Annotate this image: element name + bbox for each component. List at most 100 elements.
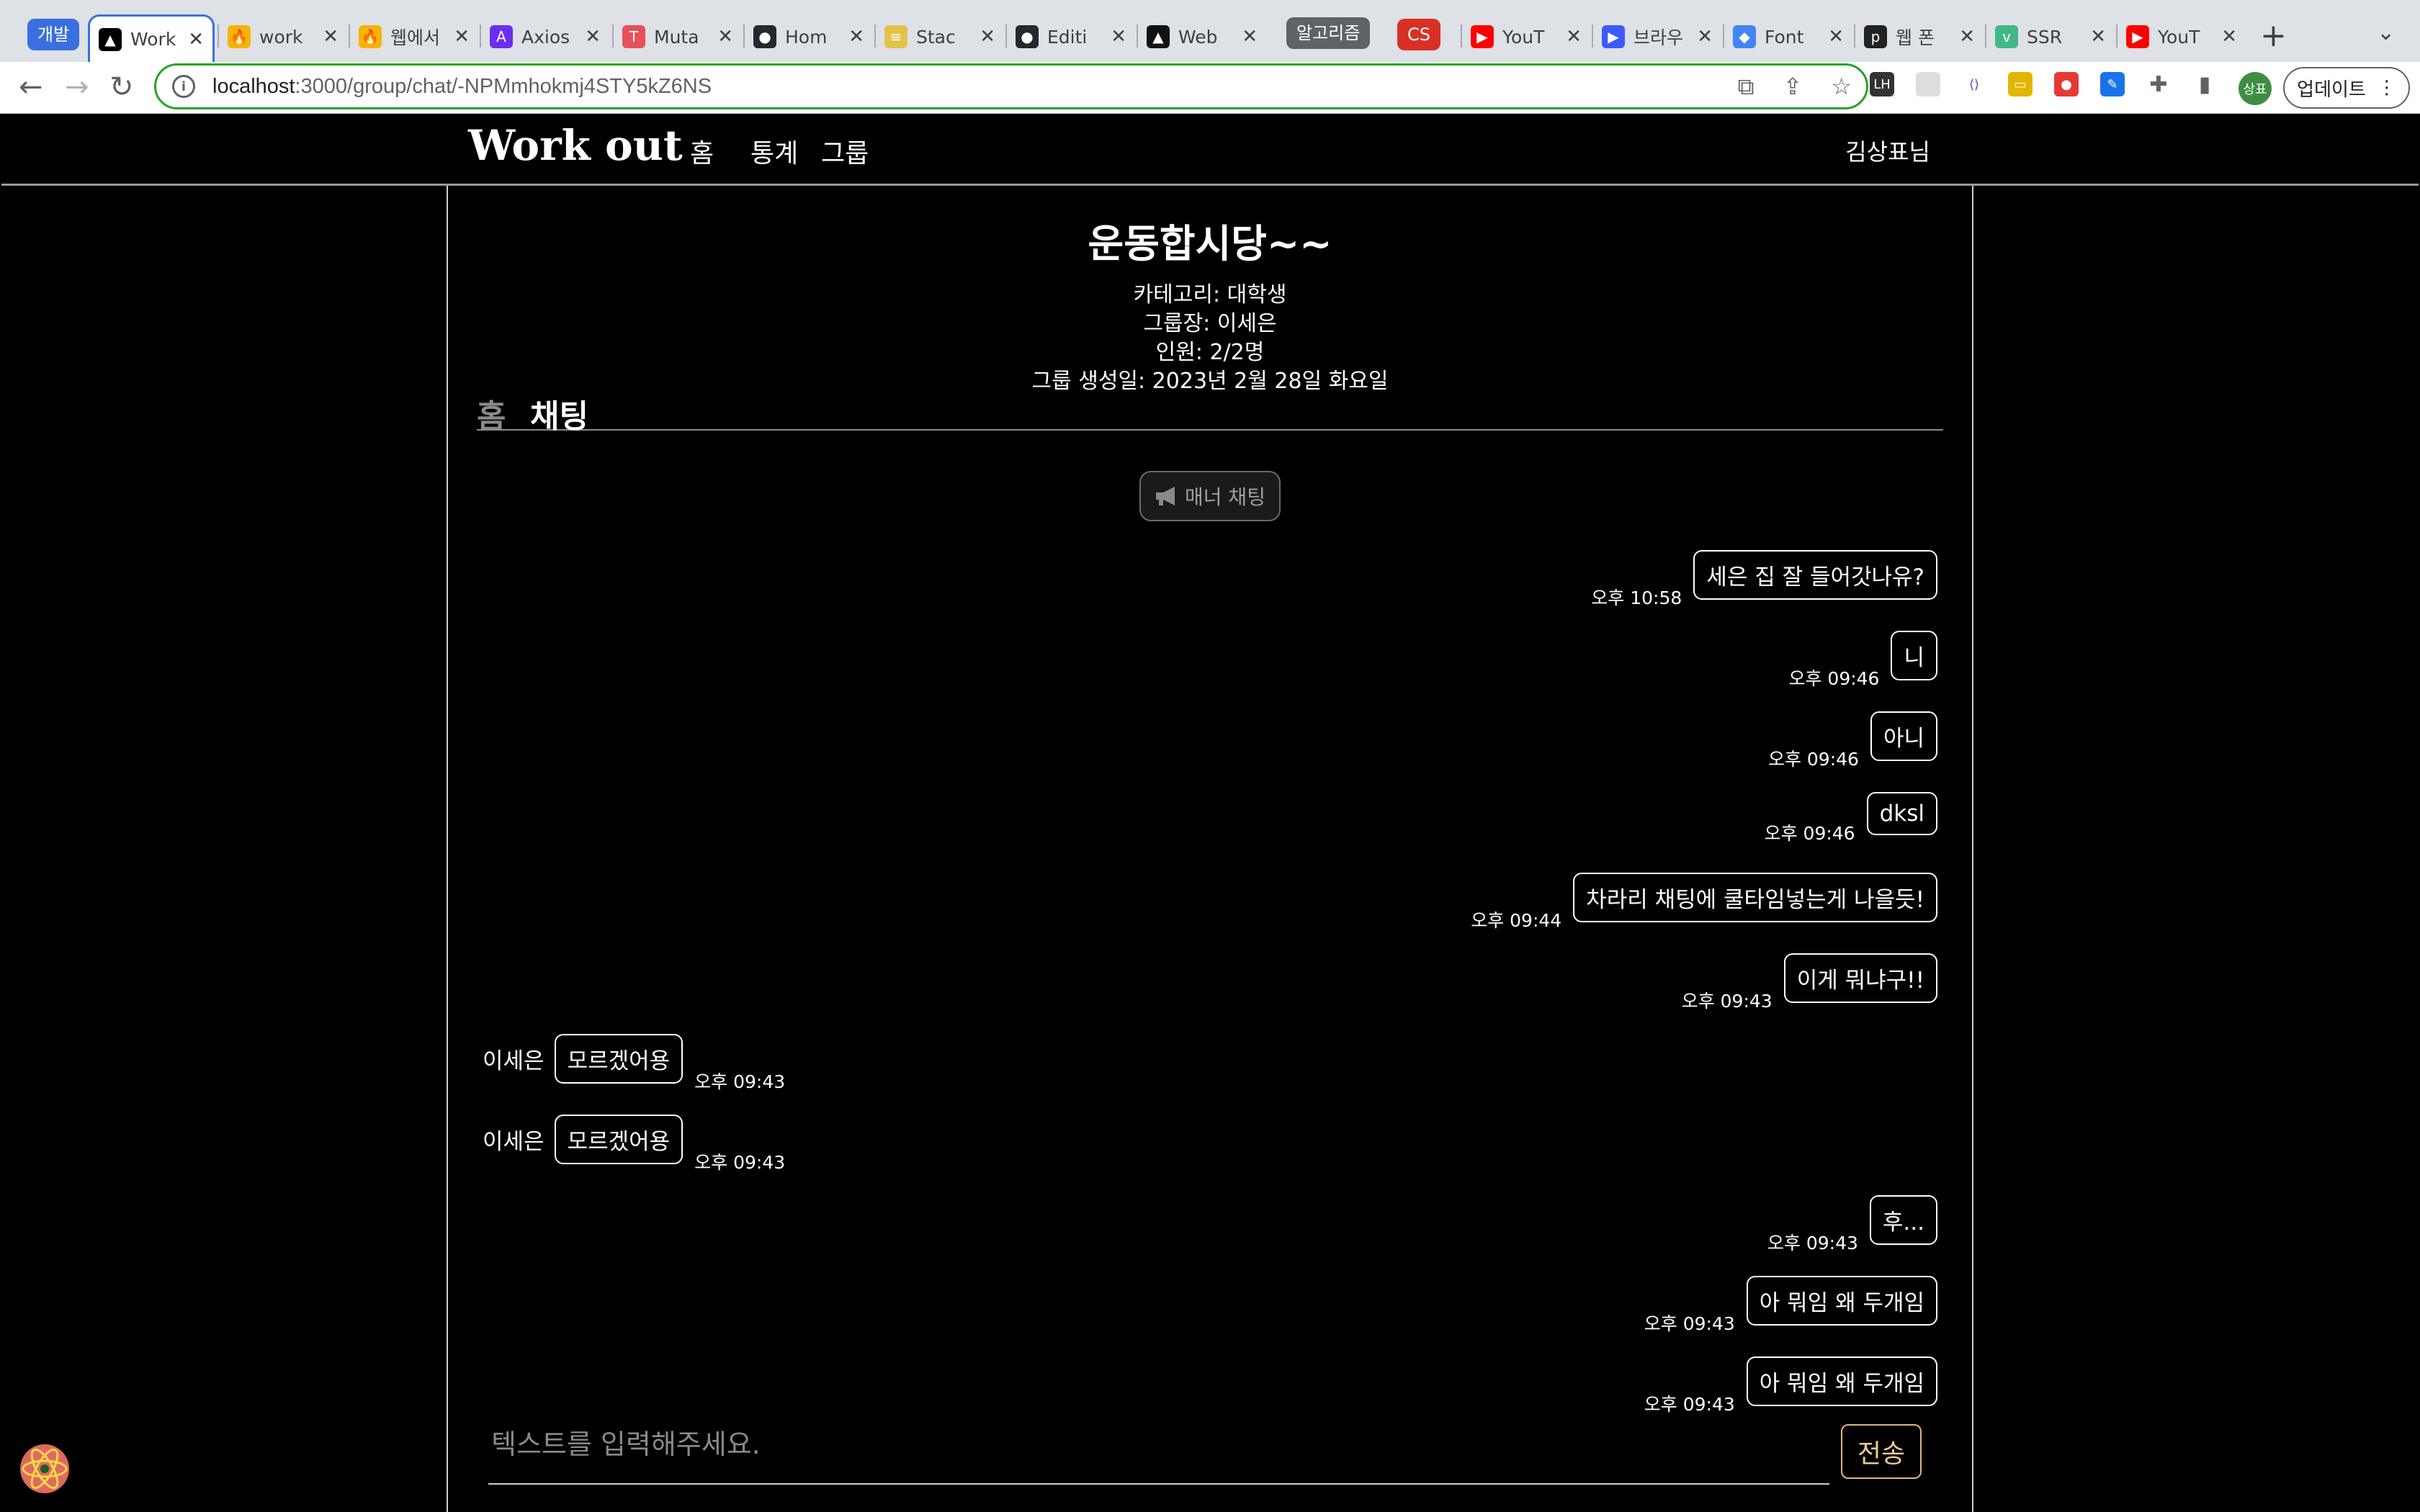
- message-time: 오후 09:44: [1471, 910, 1562, 931]
- dropper-extension-icon[interactable]: ✎: [2100, 72, 2125, 96]
- bookmark-star-icon[interactable]: ☆: [1831, 73, 1852, 101]
- extension-icon[interactable]: [1916, 72, 1940, 96]
- browser-tab[interactable]: T Muta ✕: [614, 14, 742, 59]
- browser-tab[interactable]: p 웹 폰 ✕: [1855, 14, 1984, 59]
- tab-favicon-icon: ●: [1016, 25, 1039, 48]
- browser-tab[interactable]: ● Hom ✕: [745, 14, 873, 59]
- tab-separator: [218, 24, 219, 48]
- tab-favicon-icon: 🔥: [359, 25, 382, 48]
- message-bubble: 세은 집 잘 들어갓나유?: [1693, 550, 1937, 600]
- update-button[interactable]: 업데이트 ⋮: [2283, 67, 2410, 109]
- chat-message-input[interactable]: [491, 1414, 1824, 1475]
- tab-close-icon[interactable]: ✕: [2090, 26, 2106, 48]
- manner-chat-button[interactable]: 매너 채팅: [1139, 471, 1281, 521]
- share-icon[interactable]: ⇪: [1783, 73, 1803, 101]
- send-button[interactable]: 전송: [1841, 1424, 1922, 1479]
- browser-tab[interactable]: ▶ YouT ✕: [1462, 14, 1590, 59]
- reload-button[interactable]: ↻: [109, 71, 134, 104]
- tab-separator: [1854, 24, 1855, 48]
- tab-separator: [1137, 24, 1138, 48]
- puzzle-extensions-icon[interactable]: ✚: [2146, 72, 2171, 97]
- tab-close-icon[interactable]: ✕: [2221, 26, 2237, 48]
- open-in-window-icon[interactable]: ⧉: [1738, 73, 1754, 101]
- tab-favicon-icon: ●: [753, 25, 776, 48]
- tab-close-icon[interactable]: ✕: [1828, 26, 1844, 48]
- tab-close-icon[interactable]: ✕: [454, 26, 470, 48]
- tab-title: Axios: [521, 26, 570, 48]
- browser-tab[interactable]: ▶ YouT ✕: [2118, 14, 2246, 59]
- tab-group-cs[interactable]: CS: [1397, 19, 1440, 50]
- nav-stats[interactable]: 통계: [750, 132, 798, 170]
- browser-tab[interactable]: ▶ 브라우 ✕: [1593, 14, 1721, 59]
- tab-group-dev[interactable]: 개발: [27, 19, 80, 50]
- tab-favicon-icon: ▶: [1602, 25, 1625, 48]
- message-time: 오후 09:43: [1767, 1233, 1858, 1254]
- nav-home[interactable]: 홈: [690, 132, 714, 170]
- tab-close-icon[interactable]: ✕: [1242, 26, 1258, 48]
- message-bubble: dksl: [1866, 792, 1937, 835]
- tab-close-icon[interactable]: ✕: [1959, 26, 1975, 48]
- browser-tabstrip: 개발 ▲ Work ✕ 🔥 work ✕ 🔥 웹에서 ✕ A Axios ✕ T Muta ✕ ● Hom ✕ ≡ S…: [0, 0, 2420, 62]
- more-menu-icon[interactable]: ⋮: [2378, 77, 2396, 99]
- message-sender: 이세은: [483, 1048, 544, 1074]
- adblock-extension-icon[interactable]: ●: [2054, 72, 2079, 96]
- message-sender: 이세은: [483, 1129, 544, 1155]
- tab-search-chevron-icon[interactable]: ⌄: [2377, 20, 2395, 45]
- forward-button[interactable]: →: [65, 71, 89, 104]
- tab-close-icon[interactable]: ✕: [188, 29, 204, 50]
- browser-tab[interactable]: ◆ Font ✕: [1724, 14, 1852, 59]
- new-tab-button[interactable]: +: [2260, 17, 2287, 54]
- omnibox-actions: ⧉ ⇪ ☆: [1738, 73, 1852, 101]
- tab-group-algorithm[interactable]: 알고리즘: [1286, 17, 1371, 49]
- message-time: 오후 09:43: [694, 1152, 786, 1173]
- message-time: 오후 10:58: [1591, 588, 1682, 608]
- chat-message: 오후 09:43 아 뭐임 왜 두개임: [1633, 1356, 1937, 1415]
- browser-tab[interactable]: ▲ Work ✕: [88, 14, 215, 62]
- react-query-extension-icon[interactable]: ⟨⟩: [1962, 72, 1986, 96]
- tab-close-icon[interactable]: ✕: [1697, 26, 1713, 48]
- browser-tab[interactable]: 🔥 work ✕: [219, 14, 347, 59]
- browser-tab[interactable]: ● Editi ✕: [1007, 14, 1135, 59]
- react-query-devtools-icon[interactable]: [16, 1440, 73, 1498]
- site-logo[interactable]: Work out: [468, 121, 683, 170]
- url-text: localhost:3000/group/chat/-NPMmhokmj4STY…: [212, 74, 712, 98]
- site-info-icon[interactable]: i: [172, 75, 195, 98]
- chat-message: 오후 09:46 아니: [1757, 711, 1937, 770]
- tab-title: work: [259, 26, 303, 48]
- folder-extension-icon[interactable]: ▭: [2008, 72, 2033, 96]
- browser-tab[interactable]: ▲ Web ✕: [1138, 14, 1266, 59]
- side-panel-icon[interactable]: ▮: [2192, 72, 2217, 97]
- tab-favicon-icon: ◆: [1733, 25, 1756, 48]
- tab-separator: [349, 24, 350, 48]
- tab-close-icon[interactable]: ✕: [717, 26, 733, 48]
- tab-favicon-icon: 🔥: [228, 25, 251, 48]
- tab-chat[interactable]: 채팅: [530, 390, 588, 436]
- tab-separator: [612, 24, 614, 48]
- chat-message: 오후 09:43 아 뭐임 왜 두개임: [1633, 1276, 1937, 1334]
- tab-close-icon[interactable]: ✕: [980, 26, 995, 48]
- tab-close-icon[interactable]: ✕: [585, 26, 601, 48]
- browser-tab[interactable]: ≡ Stac ✕: [876, 14, 1004, 59]
- nav-group[interactable]: 그룹: [821, 132, 869, 170]
- address-bar[interactable]: i localhost:3000/group/chat/-NPMmhokmj4S…: [154, 63, 1868, 109]
- browser-tab[interactable]: 🔥 웹에서 ✕: [350, 14, 478, 59]
- tab-separator: [480, 24, 481, 48]
- tab-home[interactable]: 홈: [477, 390, 506, 436]
- tab-close-icon[interactable]: ✕: [1111, 26, 1126, 48]
- browser-tab[interactable]: v SSR ✕: [1986, 14, 2115, 59]
- tab-close-icon[interactable]: ✕: [1566, 26, 1582, 48]
- browser-tab[interactable]: A Axios ✕: [481, 14, 609, 59]
- group-members: 인원: 2/2명: [1155, 340, 1265, 365]
- tab-title: 웹 폰: [1896, 27, 1935, 48]
- back-button[interactable]: ←: [19, 71, 43, 104]
- user-name[interactable]: 김상표님: [1845, 134, 1930, 167]
- tab-title: Web: [1178, 26, 1218, 48]
- tab-close-icon[interactable]: ✕: [323, 26, 339, 48]
- profile-avatar[interactable]: 상표: [2238, 72, 2272, 105]
- tab-separator: [1985, 24, 1986, 48]
- message-bubble: 후...: [1869, 1195, 1937, 1245]
- tab-close-icon[interactable]: ✕: [848, 26, 864, 48]
- lighthouse-extension-icon[interactable]: LH: [1870, 72, 1894, 96]
- tab-title: Font: [1765, 26, 1804, 48]
- tab-title: YouT: [2158, 26, 2200, 48]
